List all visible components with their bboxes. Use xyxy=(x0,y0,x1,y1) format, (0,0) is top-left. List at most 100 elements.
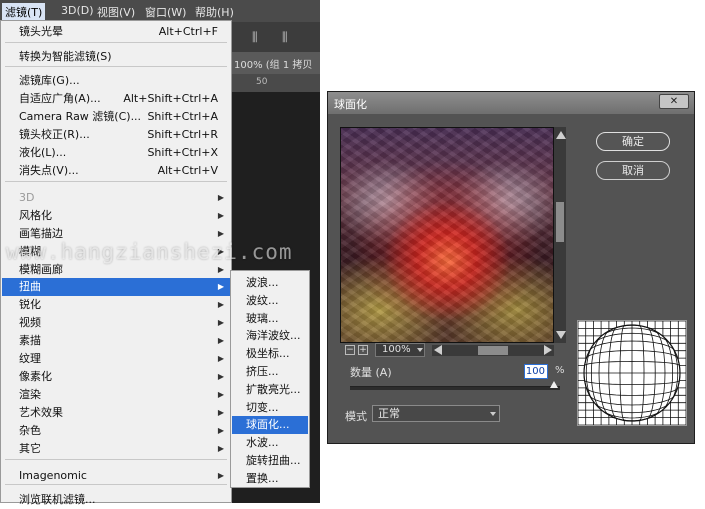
distort-submenu: 波浪... 波纹... 玻璃... 海洋波纹... 极坐标... 挤压... 扩散亮光...… xyxy=(230,270,310,488)
submenu-item-spherize[interactable]: 球面化... xyxy=(232,416,308,435)
menu-item-label: Imagenomic xyxy=(19,469,87,482)
submenu-item-label: 挤压... xyxy=(246,365,279,378)
submenu-item-polar-coordinates[interactable]: 极坐标... xyxy=(232,345,308,363)
submenu-arrow-icon: ▶ xyxy=(217,336,224,345)
menu-item-label: Camera Raw 滤镜(C)... xyxy=(19,110,142,123)
menu-item-label: 渲染 xyxy=(19,388,41,401)
submenu-arrow-icon: ▶ xyxy=(217,390,224,399)
submenu-item-twirl[interactable]: 旋转扭曲... xyxy=(232,452,308,470)
menu-item-stylize[interactable]: 风格化 ▶ xyxy=(2,207,230,225)
menu-item-noise[interactable]: 杂色 ▶ xyxy=(2,422,230,440)
submenu-item-ocean-ripple[interactable]: 海洋波纹... xyxy=(232,327,308,345)
submenu-item-label: 波浪... xyxy=(246,276,279,289)
menu-item-sharpen[interactable]: 锐化 ▶ xyxy=(2,296,230,314)
scroll-up-icon[interactable] xyxy=(556,131,566,139)
submenu-item-label: 置换... xyxy=(246,471,279,485)
sphere-grid-icon xyxy=(577,320,687,426)
submenu-arrow-icon: ▶ xyxy=(217,300,224,309)
submenu-arrow-icon: ▶ xyxy=(217,282,224,291)
menu-item-adaptive-wide-angle[interactable]: 自适应广角(A)... Alt+Shift+Ctrl+A xyxy=(2,90,230,108)
document-tab[interactable]: 100% (组 1 拷贝 xyxy=(232,52,320,74)
menu-item-label: 自适应广角(A)... xyxy=(19,92,101,105)
menu-item-camera-raw-filter[interactable]: Camera Raw 滤镜(C)... Shift+Ctrl+A xyxy=(2,108,230,126)
menu-item-filter-gallery[interactable]: 滤镜库(G)... xyxy=(2,72,230,90)
submenu-arrow-icon: ▶ xyxy=(217,471,224,480)
menu-item-render[interactable]: 渲染 ▶ xyxy=(2,386,230,404)
zoom-out-button[interactable]: − xyxy=(345,345,355,355)
submenu-item-zigzag[interactable]: 水波... xyxy=(232,434,308,452)
menu-item-texture[interactable]: 纹理 ▶ xyxy=(2,350,230,368)
submenu-item-label: 扩散亮光... xyxy=(246,382,301,396)
preview-texture xyxy=(341,128,553,342)
menu-3d[interactable]: 3D(D) xyxy=(58,3,97,18)
scroll-down-icon[interactable] xyxy=(556,331,566,339)
menu-item-shortcut: Alt+Shift+Ctrl+A xyxy=(123,92,218,105)
submenu-item-ripple[interactable]: 波纹... xyxy=(232,292,308,310)
menu-filter[interactable]: 滤镜(T) xyxy=(2,3,46,21)
submenu-item-wave[interactable]: 波浪... xyxy=(232,274,308,292)
submenu-item-glass[interactable]: 玻璃... xyxy=(232,310,308,328)
submenu-item-label: 波纹... xyxy=(246,293,279,307)
close-button[interactable]: ✕ xyxy=(659,94,689,109)
menu-help[interactable]: 帮助(H) xyxy=(192,3,237,21)
menu-item-convert-smart-filter[interactable]: 转换为智能滤镜(S) xyxy=(2,48,230,66)
menu-item-label: 素描 xyxy=(19,334,41,347)
distribute-icon[interactable]: ⫼ xyxy=(282,30,288,45)
zoom-in-button[interactable]: + xyxy=(358,345,368,355)
menu-item-lens-flare[interactable]: 镜头光晕 Alt+Ctrl+F xyxy=(2,23,230,41)
submenu-arrow-icon: ▶ xyxy=(217,408,224,417)
menu-item-browse-filters-online[interactable]: 浏览联机滤镜... xyxy=(2,491,230,509)
submenu-item-pinch[interactable]: 挤压... xyxy=(232,363,308,381)
menu-item-video[interactable]: 视频 ▶ xyxy=(2,314,230,332)
amount-slider-track[interactable] xyxy=(350,386,560,390)
submenu-item-label: 极坐标... xyxy=(246,347,290,361)
submenu-item-label: 切变... xyxy=(246,400,279,414)
spherize-grid-preview xyxy=(577,320,687,426)
submenu-arrow-icon: ▶ xyxy=(217,372,224,381)
submenu-item-label: 海洋波纹... xyxy=(246,329,301,343)
options-bar: ⫼ ⫼ xyxy=(232,22,320,52)
mode-select[interactable]: 正常 xyxy=(372,405,500,422)
menu-separator xyxy=(5,66,227,67)
menu-item-other[interactable]: 其它 ▶ xyxy=(2,440,230,458)
menu-item-liquify[interactable]: 液化(L)... Shift+Ctrl+X xyxy=(2,144,230,162)
menu-item-lens-correction[interactable]: 镜头校正(R)... Shift+Ctrl+R xyxy=(2,126,230,144)
menu-item-pixelate[interactable]: 像素化 ▶ xyxy=(2,368,230,386)
amount-label: 数量 (A) xyxy=(350,366,392,379)
horizontal-scroll-thumb[interactable] xyxy=(478,346,508,355)
menu-separator xyxy=(5,484,227,485)
scroll-right-icon[interactable] xyxy=(544,345,552,355)
submenu-item-diffuse-glow[interactable]: 扩散亮光... xyxy=(232,381,308,399)
menu-item-label: 视频 xyxy=(19,316,41,329)
submenu-arrow-icon: ▶ xyxy=(217,211,224,220)
menu-separator xyxy=(5,42,227,43)
menu-item-imagenomic[interactable]: Imagenomic ▶ xyxy=(2,467,230,485)
menu-item-label: 锐化 xyxy=(19,298,41,311)
menu-separator xyxy=(5,181,227,182)
menu-item-3d[interactable]: 3D ▶ xyxy=(2,189,230,207)
menu-item-artistic[interactable]: 艺术效果 ▶ xyxy=(2,404,230,422)
preview-image[interactable] xyxy=(340,127,554,343)
dialog-titlebar[interactable]: 球面化 ✕ xyxy=(328,92,694,114)
menu-view[interactable]: 视图(V) xyxy=(94,3,138,21)
submenu-item-label: 水波... xyxy=(246,436,279,450)
menu-window[interactable]: 窗口(W) xyxy=(142,3,189,21)
vertical-scroll-thumb[interactable] xyxy=(556,202,564,242)
menu-item-label: 像素化 xyxy=(19,370,52,383)
menu-item-label: 风格化 xyxy=(19,209,52,222)
menu-item-label: 转换为智能滤镜(S) xyxy=(19,50,112,63)
menu-item-shortcut: Shift+Ctrl+A xyxy=(147,110,218,123)
align-icon[interactable]: ⫼ xyxy=(252,30,258,45)
ok-button[interactable]: 确定 xyxy=(596,132,670,151)
menu-item-distort[interactable]: 扭曲 ▶ xyxy=(2,278,230,296)
menu-item-vanishing-point[interactable]: 消失点(V)... Alt+Ctrl+V xyxy=(2,162,230,180)
submenu-item-shear[interactable]: 切变... xyxy=(232,399,308,417)
menu-item-label: 扭曲 xyxy=(19,280,41,293)
amount-input[interactable]: 100 xyxy=(524,364,548,379)
menu-item-sketch[interactable]: 素描 ▶ xyxy=(2,332,230,350)
submenu-arrow-icon: ▶ xyxy=(217,318,224,327)
amount-slider-thumb[interactable] xyxy=(550,381,558,388)
scroll-left-icon[interactable] xyxy=(434,345,442,355)
cancel-button[interactable]: 取消 xyxy=(596,161,670,180)
submenu-item-displace[interactable]: 置换... xyxy=(232,470,308,488)
